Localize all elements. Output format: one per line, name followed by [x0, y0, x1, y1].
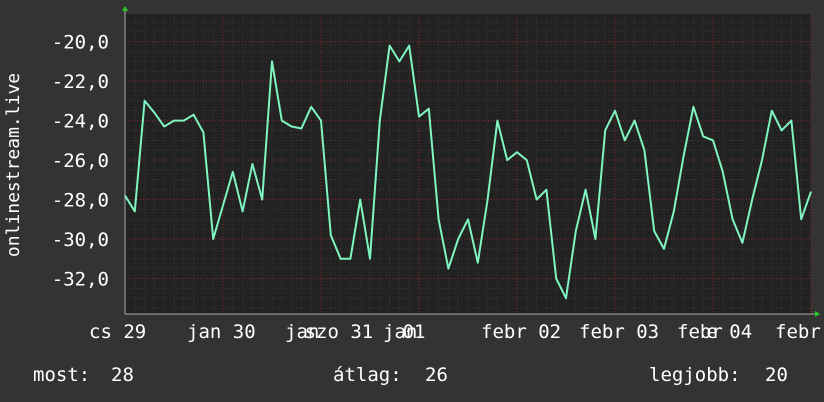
y-tick-label: -24,0	[52, 111, 109, 133]
x-tick-labels: cs 29 jan 30 janszo 31 jan01 febr 02 febr 03 f…	[89, 321, 821, 343]
x-tick-label: 01	[403, 321, 426, 343]
x-tick-label: cs 29	[89, 321, 146, 343]
legend-current-value: 28	[111, 364, 134, 386]
legend-best-value: 20	[765, 364, 788, 386]
y-tick-label: -32,0	[52, 268, 109, 290]
legend-average-value: 26	[425, 364, 448, 386]
legend-best-label: legjobb:	[649, 364, 741, 386]
y-tick-label: -22,0	[52, 71, 109, 93]
x-tick-label: e 04	[706, 321, 752, 343]
x-tick-label: jan 30	[187, 321, 256, 343]
y-tick-labels: -20,0 -22,0 -24,0 -26,0 -28,0 -30,0 -32,0	[52, 32, 109, 291]
y-tick-label: -28,0	[52, 190, 109, 212]
y-tick-label: -30,0	[52, 229, 109, 251]
x-tick-label: febr 02	[481, 321, 561, 343]
y-axis-label: onlinestream.live	[3, 73, 24, 257]
chart-svg: -20,0 -22,0 -24,0 -26,0 -28,0 -30,0 -32,0 cs 2…	[3, 6, 821, 386]
x-tick-label: febr	[775, 321, 821, 343]
y-tick-label: -26,0	[52, 150, 109, 172]
y-axis-arrow	[122, 6, 128, 11]
legend-average-label: átlag:	[333, 364, 402, 386]
x-axis-arrow	[815, 311, 820, 317]
legend-current-label: most:	[33, 364, 90, 386]
x-tick-label: szo 31	[305, 321, 374, 343]
x-tick-label: febr 03	[579, 321, 659, 343]
y-tick-label: -20,0	[52, 32, 109, 54]
